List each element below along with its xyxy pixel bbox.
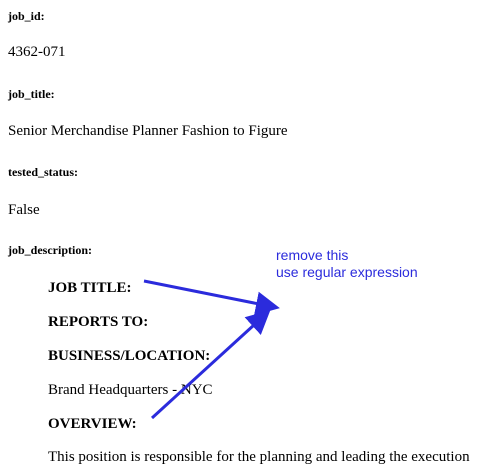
- job-title-label: job_title:: [8, 87, 55, 101]
- arrow-from-overview: [150, 309, 271, 420]
- desc-heading-business-location: BUSINESS/LOCATION:: [48, 348, 211, 364]
- desc-location-value: Brand Headquarters - NYC: [48, 382, 213, 398]
- annotation-line-2: use regular expression: [276, 264, 418, 280]
- job-id-label: job_id:: [8, 9, 45, 23]
- job-description-label: job_description:: [8, 243, 92, 257]
- desc-overview-text: This position is responsible for the pla…: [48, 449, 470, 465]
- job-id-value: 4362-071: [8, 44, 66, 60]
- desc-heading-overview: OVERVIEW:: [48, 416, 137, 432]
- tested-status-value: False: [8, 202, 40, 218]
- tested-status-label: tested_status:: [8, 165, 78, 179]
- desc-heading-reports-to: REPORTS TO:: [48, 314, 149, 330]
- annotation-line-1: remove this: [276, 247, 349, 263]
- arrow-from-job-title: [143, 279, 280, 316]
- annotation-note: remove this use regular expression: [276, 247, 418, 281]
- desc-heading-job-title: JOB TITLE:: [48, 280, 132, 296]
- job-title-value: Senior Merchandise Planner Fashion to Fi…: [8, 123, 288, 139]
